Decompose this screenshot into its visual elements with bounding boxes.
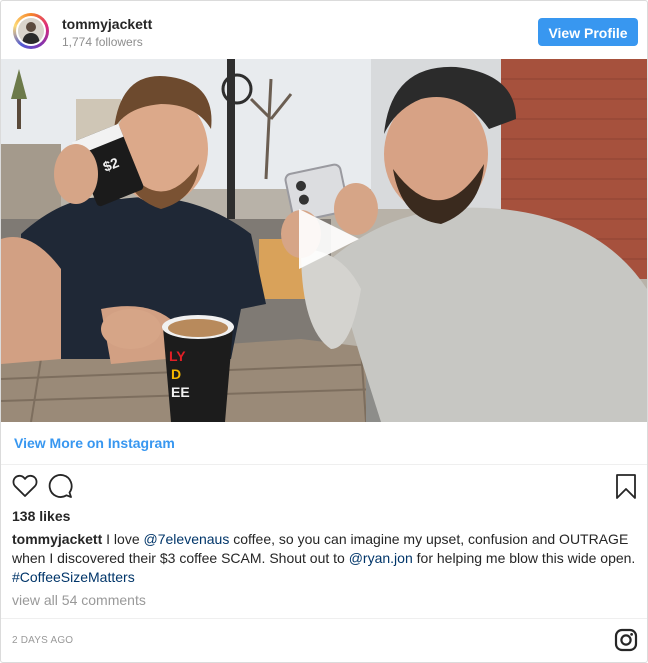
post-video[interactable]: $2 LY D EE [1,59,647,422]
svg-text:D: D [171,366,181,382]
cup-brand-text: LY [169,348,186,364]
post-header: tommyjackett 1,774 followers View Profil… [1,1,647,59]
comment-icon[interactable] [47,473,73,499]
action-bar [1,471,647,505]
heart-icon[interactable] [12,474,38,498]
bookmark-icon[interactable] [615,474,637,500]
caption-username[interactable]: tommyjackett [12,531,102,547]
view-more-link[interactable]: View More on Instagram [14,435,175,451]
username[interactable]: tommyjackett [62,16,152,32]
caption-text: for helping me blow this wide open. [412,550,636,566]
follower-count: 1,774 followers [62,35,143,49]
instagram-logo-icon[interactable] [614,628,638,652]
svg-text:EE: EE [171,384,190,400]
avatar[interactable] [16,16,46,46]
caption-text: I love [102,531,144,547]
hashtag-link[interactable]: #CoffeeSizeMatters [12,569,135,585]
like-count[interactable]: 138 likes [12,508,70,524]
mention-link[interactable]: @7elevenaus [144,531,230,547]
video-thumbnail: $2 LY D EE [1,59,647,422]
instagram-embed-card: tommyjackett 1,774 followers View Profil… [0,0,648,663]
view-profile-button[interactable]: View Profile [538,18,638,46]
post-caption: tommyjackett I love @7elevenaus coffee, … [12,530,642,587]
mention-link[interactable]: @ryan.jon [349,550,413,566]
divider [1,618,647,619]
avatar-image [18,18,44,44]
post-timestamp: 2 DAYS AGO [12,635,74,646]
view-comments-link[interactable]: view all 54 comments [12,592,146,608]
